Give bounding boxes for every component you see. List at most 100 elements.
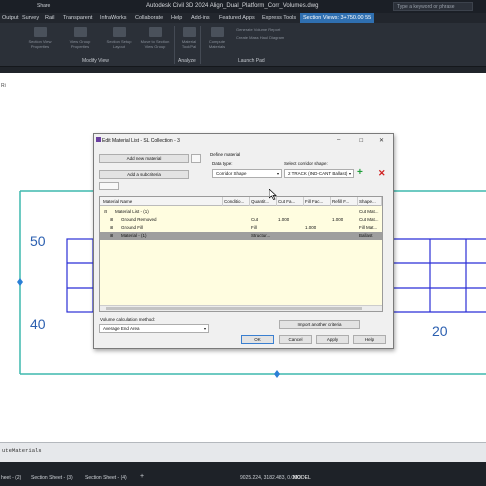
share-button[interactable]: Share <box>37 3 50 9</box>
layout-icon <box>112 27 126 37</box>
tab-survey[interactable]: Survey <box>22 15 39 21</box>
search-input[interactable]: Type a keyword or phrase <box>393 2 473 11</box>
cell-shape: Fill Mat... <box>359 225 378 230</box>
panel-modify-view: Modify View <box>82 58 109 64</box>
tab-output[interactable]: Output <box>2 15 19 21</box>
cell-shape: Ballast <box>359 233 373 238</box>
column-shape[interactable]: Shape... <box>359 199 381 204</box>
sort-tools[interactable] <box>99 182 119 190</box>
import-criteria-button[interactable]: Import another criteria <box>279 320 360 329</box>
layout-tab-bar: heet - (2) Section Sheet - (3) Section S… <box>0 470 486 486</box>
volume-method-select[interactable]: Average End Area ▾ <box>99 324 209 333</box>
material-tool-button[interactable]: Material Tool/Pal <box>178 27 200 53</box>
column-divider <box>357 197 358 206</box>
tab-infraworks[interactable]: InfraWorks <box>100 15 127 21</box>
column-condition[interactable]: Conditio... <box>224 199 248 204</box>
panel-analyze: Analyze <box>178 58 196 64</box>
ribbon-separator <box>200 26 201 64</box>
move-to-view-group-button[interactable]: Move to Section View Group <box>138 27 172 53</box>
apply-button[interactable]: Apply <box>316 335 349 344</box>
close-icon[interactable]: ✕ <box>379 137 384 144</box>
column-cut-factor[interactable]: Cut Fa... <box>278 199 302 204</box>
layout-tab[interactable]: Section Sheet - (3) <box>31 475 73 481</box>
ribbon-separator <box>174 26 175 64</box>
table-row[interactable]: ⊞ Ground Removed Cut 1.000 1.000 Cut Mat… <box>100 216 382 224</box>
edit-material-list-dialog: Edit Material List - SL Collection - 3 –… <box>93 133 394 349</box>
cancel-button[interactable]: Cancel <box>279 335 312 344</box>
command-text: uteMaterials <box>2 447 42 454</box>
section-view-properties-button[interactable]: Section View Properties <box>22 27 58 53</box>
command-line[interactable]: uteMaterials <box>0 442 486 462</box>
material-grid[interactable]: Material Name Conditio... Quantit... Cut… <box>99 196 383 312</box>
tab-help[interactable]: Help <box>171 15 182 21</box>
material-browse-button[interactable] <box>191 154 201 163</box>
cell-quantity: Cut <box>251 217 259 222</box>
expand-icon[interactable]: ⊞ <box>110 217 113 222</box>
cell-material-name: Ground Removed <box>121 217 157 222</box>
cell-refill-factor: 1.000 <box>332 217 344 222</box>
mouse-cursor-icon <box>269 189 277 200</box>
data-type-select[interactable]: Corridor Shape ▾ <box>212 169 282 178</box>
expand-icon[interactable]: ⊞ <box>110 233 113 238</box>
select-shape-label: Select corridor shape: <box>284 161 328 166</box>
cell-fill-factor: 1.000 <box>305 225 317 230</box>
maximize-icon[interactable]: ☐ <box>359 138 363 144</box>
column-fill-factor[interactable]: Fill Fac... <box>305 199 329 204</box>
ok-button[interactable]: OK <box>241 335 274 344</box>
tab-add-ins[interactable]: Add-ins <box>191 15 210 21</box>
layout-tab[interactable]: heet - (2) <box>1 475 21 481</box>
tab-section-views[interactable]: Section Views: 3+750.00 55 <box>300 13 375 23</box>
grid-left <box>66 238 94 313</box>
data-type-label: Data type: <box>212 161 233 166</box>
material-icon <box>182 27 196 37</box>
corridor-shape-select[interactable]: 2 TRACK (IND-CANT Ballast) ▾ <box>284 169 354 178</box>
grip-bottom <box>274 370 280 378</box>
model-space-toggle[interactable]: MODEL <box>293 475 311 481</box>
chevron-down-icon: ▾ <box>348 171 351 176</box>
expand-icon[interactable]: ⊞ <box>110 225 113 230</box>
cell-quantity: Structur... <box>251 233 271 238</box>
column-c[interactable]: C <box>382 199 383 204</box>
add-icon[interactable]: + <box>357 168 363 178</box>
add-new-material-button[interactable]: Add new material <box>99 154 189 163</box>
tab-featured-apps[interactable]: Featured Apps <box>219 15 255 21</box>
add-subcriteria-button[interactable]: Add a subcriteria <box>99 170 189 179</box>
column-refill-factor[interactable]: Refill F... <box>332 199 356 204</box>
table-row-selected[interactable]: ⊞ Material - (1) Structur... Ballast <box>100 232 382 240</box>
move-icon <box>148 27 162 37</box>
tab-express-tools[interactable]: Express Tools <box>262 15 296 21</box>
window-title: Autodesk Civil 3D 2024 Align_Dual_Platfo… <box>146 3 319 9</box>
tab-transparent[interactable]: Transparent <box>63 15 92 21</box>
help-button[interactable]: Help <box>353 335 386 344</box>
layout-tab[interactable]: Section Sheet - (4) <box>85 475 127 481</box>
station-label: 20 <box>432 323 448 339</box>
cell-cut-factor: 1.000 <box>278 217 290 222</box>
horizontal-scrollbar[interactable] <box>100 305 382 311</box>
define-material-label: Define material <box>210 152 241 157</box>
coordinate-readout: 9025.224, 3182.483, 0.000 <box>240 475 300 481</box>
add-layout-icon[interactable]: + <box>140 473 144 480</box>
collapse-icon[interactable]: ⊟ <box>104 209 107 214</box>
delete-icon[interactable]: ✕ <box>378 168 386 178</box>
minimize-icon[interactable]: – <box>337 137 340 143</box>
properties-icon <box>33 27 47 37</box>
compute-materials-button[interactable]: Compute Materials <box>203 27 231 53</box>
dialog-app-icon <box>96 137 101 142</box>
grid-header: Material Name Conditio... Quantit... Cut… <box>100 197 383 206</box>
table-row[interactable]: ⊟ Material List - (1) Cut Mat... <box>100 208 382 216</box>
tab-collaborate[interactable]: Collaborate <box>135 15 163 21</box>
grid-right <box>393 238 486 313</box>
table-row[interactable]: ⊞ Ground Fill Fill 1.000 Fill Mat... <box>100 224 382 232</box>
tab-rail[interactable]: Rail <box>45 15 54 21</box>
volume-method-label: Volume calculation method: <box>100 317 156 322</box>
compute-icon <box>210 27 224 37</box>
column-divider <box>222 197 223 206</box>
view-group-properties-button[interactable]: View Group Properties <box>62 27 98 53</box>
column-material-name[interactable]: Material Name <box>103 199 223 204</box>
section-setup-layout-button[interactable]: Section Setup Layout <box>102 27 136 53</box>
grip-left <box>17 278 23 286</box>
scrollbar-thumb[interactable] <box>106 307 362 310</box>
column-divider <box>381 197 382 206</box>
cell-material-name: Material - (1) <box>121 233 147 238</box>
status-strip <box>0 462 486 470</box>
